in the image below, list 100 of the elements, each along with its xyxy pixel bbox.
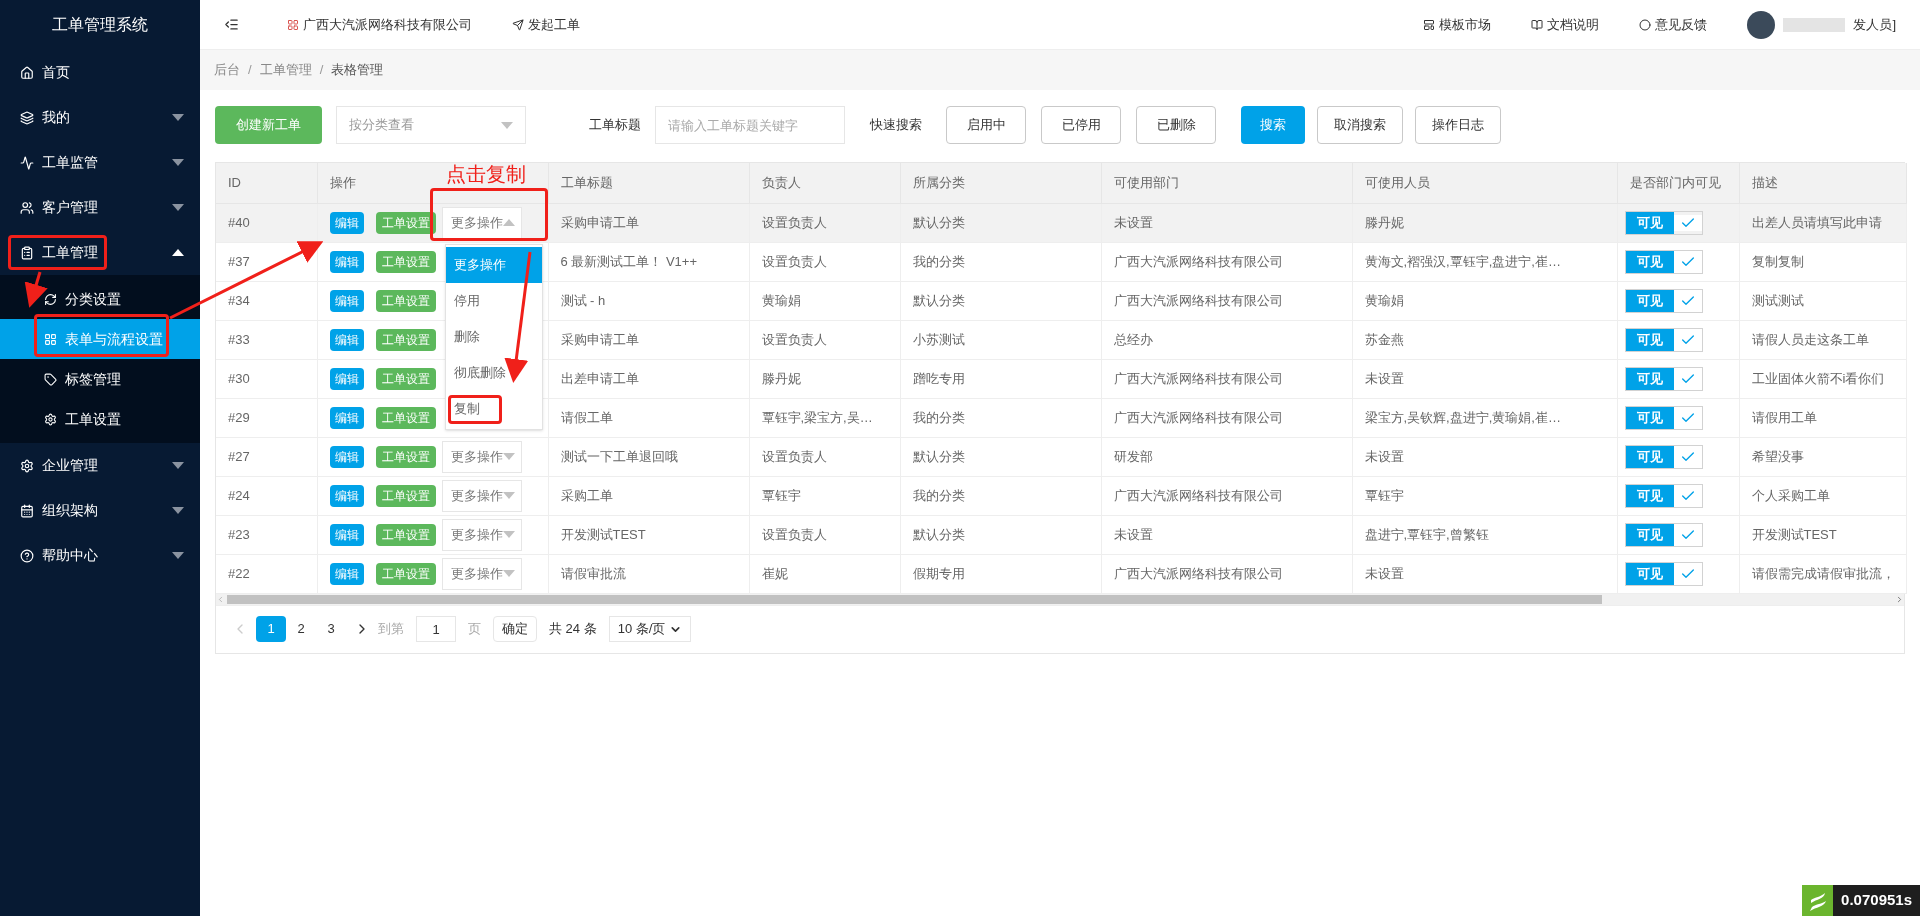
- settings-button[interactable]: 工单设置: [375, 211, 436, 234]
- visibility-toggle[interactable]: 可见: [1624, 444, 1703, 469]
- filter-button[interactable]: 已删除: [1136, 106, 1216, 144]
- page-button[interactable]: 1: [256, 616, 286, 642]
- sidebar-item[interactable]: 工单管理: [0, 230, 200, 275]
- more-actions-select[interactable]: 更多操作: [441, 206, 522, 239]
- header-link[interactable]: 文档说明: [1531, 14, 1600, 35]
- table-cell: 出差人员请填写此申请: [1739, 203, 1906, 242]
- table-cell: 未设置: [1101, 515, 1352, 554]
- visibility-toggle[interactable]: 可见: [1624, 288, 1703, 313]
- edit-button[interactable]: 编辑: [329, 406, 364, 429]
- submenu-item[interactable]: 表单与流程设置: [0, 319, 200, 359]
- tag-icon: [44, 372, 57, 386]
- page-input[interactable]: 1: [416, 616, 456, 642]
- menu-icon[interactable]: [224, 17, 239, 32]
- submenu-item[interactable]: 工单设置: [0, 399, 200, 439]
- avatar[interactable]: [1747, 10, 1776, 39]
- table-cell: 黄海文,褶强汉,覃钰宇,盘进宁,崔…: [1352, 242, 1617, 281]
- settings-button[interactable]: 工单设置: [375, 445, 436, 468]
- page-unit: 页: [468, 620, 481, 639]
- visibility-toggle[interactable]: 可见: [1624, 327, 1703, 352]
- menu-item[interactable]: 停用: [446, 283, 542, 319]
- calendar-icon: [20, 503, 34, 518]
- breadcrumb-item[interactable]: 工单管理: [259, 60, 312, 80]
- edit-button[interactable]: 编辑: [329, 523, 364, 546]
- visibility-toggle[interactable]: 可见: [1624, 366, 1703, 391]
- page-button[interactable]: 3: [316, 616, 346, 642]
- page-size-select[interactable]: 10 条/页: [608, 616, 692, 642]
- edit-button[interactable]: 编辑: [329, 562, 364, 585]
- table-row[interactable]: #40 编辑 工单设置 更多操作 采购申请工单 设置负责人 默认分类 未设置 滕丹妮 可见 出差人员请填写此申请: [216, 203, 1906, 242]
- page-button[interactable]: 2: [286, 616, 316, 642]
- settings-button[interactable]: 工单设置: [375, 367, 436, 390]
- more-actions-select[interactable]: 更多操作: [441, 440, 522, 473]
- search-button[interactable]: 搜索: [1241, 106, 1305, 144]
- table-row[interactable]: #24 编辑 工单设置 更多操作 采购工单 覃钰宇 我的分类 广西大汽派网络科技有限公司 覃钰宇 可见 个人采购工单: [216, 476, 1906, 515]
- category-select[interactable]: 按分类查看: [336, 106, 526, 144]
- horizontal-scrollbar[interactable]: [216, 593, 1904, 605]
- settings-button[interactable]: 工单设置: [375, 328, 436, 351]
- table-cell: 崔妮: [749, 554, 900, 593]
- header-link[interactable]: 意见反馈: [1639, 14, 1708, 35]
- users-icon: [20, 200, 34, 215]
- table-cell: 个人采购工单: [1739, 476, 1906, 515]
- caret-icon: [172, 249, 184, 256]
- edit-button[interactable]: 编辑: [329, 328, 364, 351]
- scroll-right-icon[interactable]: [1895, 594, 1904, 604]
- table-cell: 设置负责人: [749, 242, 900, 281]
- sidebar-item[interactable]: 首页: [0, 50, 200, 95]
- submenu-item[interactable]: 标签管理: [0, 359, 200, 399]
- submenu-item[interactable]: 分类设置: [0, 279, 200, 319]
- create-button[interactable]: 创建新工单: [215, 106, 322, 144]
- settings-button[interactable]: 工单设置: [375, 250, 436, 273]
- title-input[interactable]: 请输入工单标题关键字: [655, 106, 845, 144]
- clipboard-icon: [20, 245, 34, 260]
- table-cell: 采购申请工单: [548, 320, 749, 359]
- sidebar-item[interactable]: 我的: [0, 95, 200, 140]
- edit-button[interactable]: 编辑: [329, 250, 364, 273]
- visibility-toggle[interactable]: 可见: [1624, 522, 1703, 547]
- user-name[interactable]: 发人员]: [1853, 14, 1896, 35]
- menu-item[interactable]: 删除: [446, 319, 542, 355]
- visibility-toggle[interactable]: 可见: [1624, 405, 1703, 430]
- header-link[interactable]: 模板市场: [1423, 14, 1492, 35]
- more-actions-select[interactable]: 更多操作: [441, 479, 522, 512]
- table-cell: 默认分类: [900, 281, 1101, 320]
- table-row[interactable]: #27 编辑 工单设置 更多操作 测试一下工单退回哦 设置负责人 默认分类 研发部 未设置 可见 希望没事: [216, 437, 1906, 476]
- table-cell: 默认分类: [900, 515, 1101, 554]
- menu-item[interactable]: 更多操作: [446, 247, 542, 283]
- table-row[interactable]: #22 编辑 工单设置 更多操作 请假审批流 崔妮 假期专用 广西大汽派网络科技有限公司 未设置 可见 请假需完成请假审批流，: [216, 554, 1906, 593]
- create-ticket-link[interactable]: 发起工单: [512, 14, 580, 35]
- sidebar-item[interactable]: 工单监管: [0, 140, 200, 185]
- visibility-toggle[interactable]: 可见: [1624, 561, 1703, 586]
- sidebar-item[interactable]: 客户管理: [0, 185, 200, 230]
- sidebar-item[interactable]: 企业管理: [0, 443, 200, 488]
- more-actions-select[interactable]: 更多操作: [441, 557, 522, 590]
- table-row[interactable]: #23 编辑 工单设置 更多操作 开发测试TEST 设置负责人 默认分类 未设置 盘进宁,覃钰宇,曾繁钰 可见 开发测试TEST: [216, 515, 1906, 554]
- edit-button[interactable]: 编辑: [329, 484, 364, 507]
- settings-button[interactable]: 工单设置: [375, 562, 436, 585]
- visibility-toggle[interactable]: 可见: [1624, 210, 1703, 235]
- edit-button[interactable]: 编辑: [329, 211, 364, 234]
- settings-button[interactable]: 工单设置: [375, 289, 436, 312]
- filter-button[interactable]: 已停用: [1041, 106, 1121, 144]
- filter-button[interactable]: 启用中: [946, 106, 1026, 144]
- confirm-button[interactable]: 确定: [493, 616, 537, 642]
- sidebar-item[interactable]: 帮助中心: [0, 533, 200, 578]
- more-actions-select[interactable]: 更多操作: [441, 518, 522, 551]
- edit-button[interactable]: 编辑: [329, 289, 364, 312]
- visibility-toggle[interactable]: 可见: [1624, 249, 1703, 274]
- table-cell: 采购工单: [548, 476, 749, 515]
- breadcrumb-item[interactable]: 后台: [214, 60, 240, 80]
- toolbar-button[interactable]: 操作日志: [1415, 106, 1501, 144]
- settings-button[interactable]: 工单设置: [375, 406, 436, 429]
- settings-button[interactable]: 工单设置: [375, 523, 436, 546]
- toolbar-button[interactable]: 取消搜索: [1317, 106, 1403, 144]
- visibility-toggle[interactable]: 可见: [1624, 483, 1703, 508]
- company-link[interactable]: 广西大汽派网络科技有限公司: [287, 14, 472, 35]
- caret-icon: [501, 121, 513, 129]
- settings-button[interactable]: 工单设置: [375, 484, 436, 507]
- edit-button[interactable]: 编辑: [329, 445, 364, 468]
- sidebar-item[interactable]: 组织架构: [0, 488, 200, 533]
- scroll-left-icon[interactable]: [216, 594, 225, 604]
- edit-button[interactable]: 编辑: [329, 367, 364, 390]
